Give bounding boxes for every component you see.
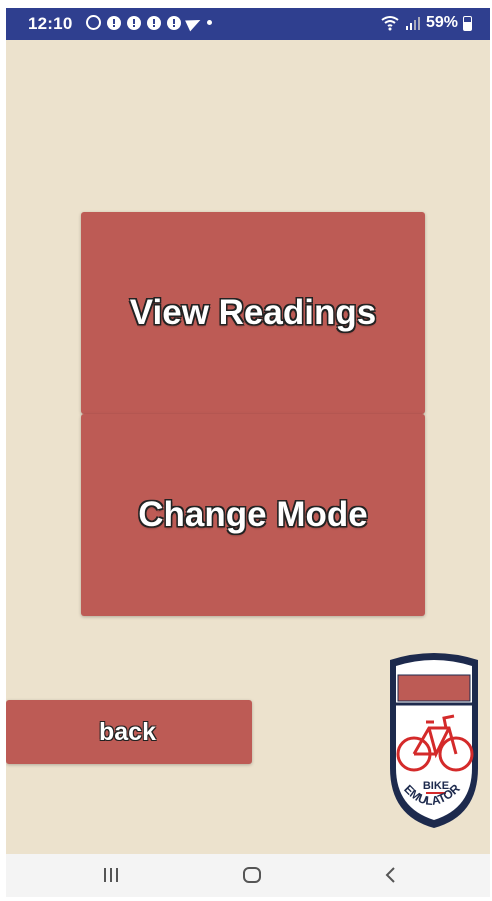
view-readings-button[interactable]: View Readings xyxy=(81,212,425,414)
telegram-icon xyxy=(185,14,203,31)
alert-icon xyxy=(107,15,121,30)
home-icon[interactable] xyxy=(242,866,262,889)
battery-percent: 59% xyxy=(425,14,458,31)
status-bar: 12:10 59% xyxy=(6,8,490,40)
recent-apps-icon[interactable] xyxy=(102,866,120,889)
system-nav-bar xyxy=(6,854,490,897)
battery-icon xyxy=(463,15,472,31)
app-screen: 12:10 59% View Readings Change Mode back… xyxy=(6,8,490,897)
view-readings-label: View Readings xyxy=(129,293,377,332)
status-right: 59% xyxy=(380,14,472,32)
notification-icons xyxy=(86,14,212,31)
status-time: 12:10 xyxy=(28,14,73,33)
signal-icon xyxy=(405,16,421,30)
whatsapp-icon xyxy=(86,15,101,30)
alert-icon xyxy=(167,15,181,30)
alert-icon xyxy=(147,15,161,30)
alert-icon xyxy=(127,15,141,30)
back-button[interactable]: back xyxy=(6,700,252,764)
bike-emulator-logo: BIKE EMULATOR xyxy=(384,648,484,833)
change-mode-label: Change Mode xyxy=(138,495,368,534)
wifi-icon xyxy=(380,15,400,31)
change-mode-button[interactable]: Change Mode xyxy=(81,414,425,616)
dot-icon xyxy=(207,20,212,25)
back-arrow-icon[interactable] xyxy=(383,866,399,889)
back-label: back xyxy=(99,717,156,746)
